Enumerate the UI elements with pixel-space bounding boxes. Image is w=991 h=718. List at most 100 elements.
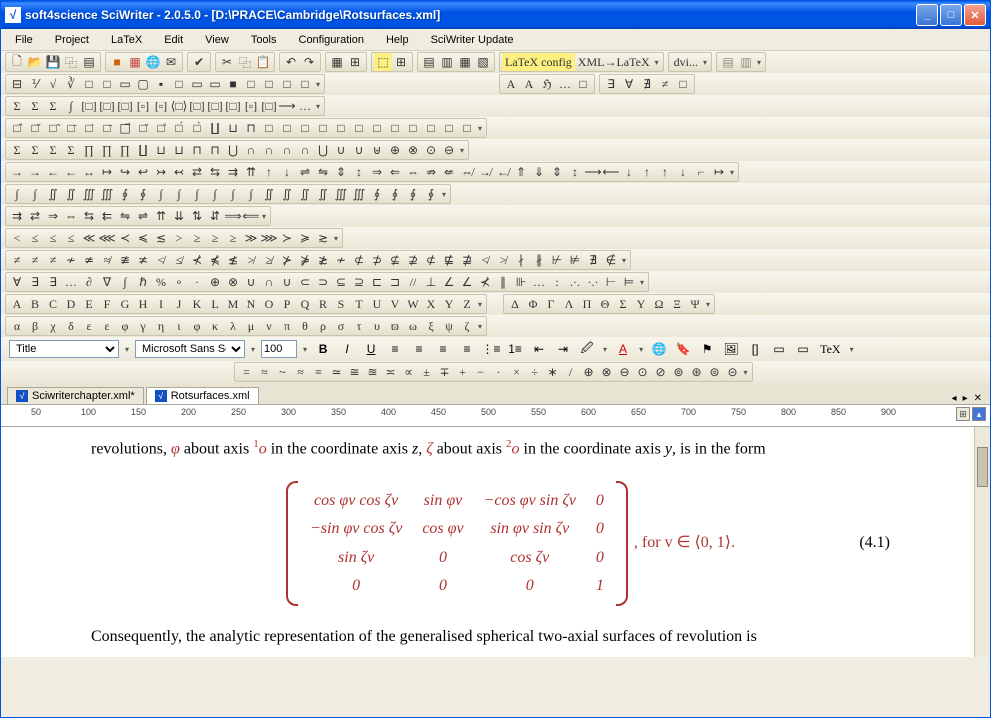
symbol-btn-0-13[interactable]: □ — [242, 75, 260, 93]
symbol-btn-11-15[interactable]: π — [278, 317, 296, 335]
web-icon[interactable]: 🌐 — [144, 53, 162, 71]
symbol-btn-0-15[interactable]: □ — [278, 75, 296, 93]
greekcap-dropdown[interactable]: ▾ — [704, 300, 712, 309]
symbol-btn-2-7[interactable]: □̆ — [134, 119, 152, 137]
symbol-btn-2-14[interactable]: □ — [260, 119, 278, 137]
symbol-btn-9-24[interactable]: ∠ — [440, 273, 458, 291]
symbol-btn-4-11[interactable]: ⇆ — [206, 163, 224, 181]
symbol-btn-3-17[interactable]: ⋃ — [314, 141, 332, 159]
symbol-btn-2-13[interactable]: ⊓ — [242, 119, 260, 137]
mathfont-btn-1[interactable]: A — [520, 75, 538, 93]
symbol-btn-7-11[interactable]: ≥ — [206, 229, 224, 247]
symbol-btn-9-9[interactable]: ∘ — [170, 273, 188, 291]
symbol-btn-8-22[interactable]: ⊉ — [404, 251, 422, 269]
symbol-btn-7-13[interactable]: ≫ — [242, 229, 260, 247]
symbol-btn-9-12[interactable]: ⊗ — [224, 273, 242, 291]
symbol-btn-9-20[interactable]: ⊏ — [368, 273, 386, 291]
symbol-btn-10-12[interactable]: M — [224, 295, 242, 313]
symbol-btn-8-33[interactable]: ∉ — [602, 251, 620, 269]
symbol-btn-4-5[interactable]: ↦ — [98, 163, 116, 181]
symbol-btn-4-26[interactable]: ↛ — [476, 163, 494, 181]
symbol-btn-8-7[interactable]: ≭ — [134, 251, 152, 269]
symbol-btn-10-15[interactable]: P — [278, 295, 296, 313]
latex-dropdown[interactable]: ▾ — [653, 58, 661, 67]
symbol-btn-9-4[interactable]: ∂ — [80, 273, 98, 291]
cut-icon[interactable]: ✂ — [218, 53, 236, 71]
symbol-btn-3-8[interactable]: ⊔ — [152, 141, 170, 159]
symbol-btn-4-0[interactable]: → — [8, 163, 26, 181]
symbol-btn-4-34[interactable]: ↓ — [620, 163, 638, 181]
symbol-btn-9-21[interactable]: ⊐ — [386, 273, 404, 291]
symbol-btn-4-27[interactable]: ↚ — [494, 163, 512, 181]
symbol-btn-9-34[interactable]: ⊨ — [620, 273, 638, 291]
doc-tab-0[interactable]: √Sciwriterchapter.xml* — [7, 387, 144, 404]
symbol-btn-9-13[interactable]: ∪ — [242, 273, 260, 291]
symbol-btn-4-24[interactable]: ⇍ — [440, 163, 458, 181]
tab-prev-button[interactable]: ◂ — [950, 393, 959, 404]
symbol-btn-10-17[interactable]: R — [314, 295, 332, 313]
dvi-button[interactable]: dvi... — [671, 53, 701, 71]
symbol-btn-4-15[interactable]: ↓ — [278, 163, 296, 181]
greekcap-btn-3[interactable]: Λ — [560, 295, 578, 313]
symbol-btn-6-6[interactable]: ⇋ — [116, 207, 134, 225]
symbol-btn-8-18[interactable]: ≁ — [332, 251, 350, 269]
symbol-btn-5-3[interactable]: ∬ — [62, 185, 80, 203]
symbol-btn-4-3[interactable]: ← — [62, 163, 80, 181]
symbol-btn-11-3[interactable]: δ — [62, 317, 80, 335]
symbol-btn-1-16[interactable]: … — [296, 97, 314, 115]
symbol-btn-7-8[interactable]: ≲ — [152, 229, 170, 247]
symbol-btn-8-10[interactable]: ⊀ — [188, 251, 206, 269]
mathop-btn-9[interactable]: ∝ — [399, 363, 417, 381]
symbol-btn-11-12[interactable]: λ — [224, 317, 242, 335]
image-icon[interactable]: 🖼 — [721, 339, 741, 359]
symbol-btn-3-10[interactable]: ⊓ — [188, 141, 206, 159]
symbol-btn-4-1[interactable]: → — [26, 163, 44, 181]
symbol-btn-9-31[interactable]: .·. — [566, 273, 584, 291]
symbol-row-11-dropdown[interactable]: ▾ — [476, 322, 484, 331]
grid-icon[interactable]: ⊞ — [392, 53, 410, 71]
mathop-btn-3[interactable]: ≈ — [291, 363, 309, 381]
symbol-btn-2-2[interactable]: □̃ — [44, 119, 62, 137]
misc-dropdown[interactable]: ▾ — [755, 58, 763, 67]
symbol-btn-9-18[interactable]: ⊆ — [332, 273, 350, 291]
symbol-btn-6-12[interactable]: ⟹ — [224, 207, 242, 225]
symbol-btn-9-11[interactable]: ⊕ — [206, 273, 224, 291]
symbol-btn-3-6[interactable]: ∏ — [116, 141, 134, 159]
symbol-btn-11-0[interactable]: α — [8, 317, 26, 335]
tab-next-button[interactable]: ▸ — [961, 393, 970, 404]
close-button[interactable]: ✕ — [964, 4, 986, 26]
symbol-btn-6-13[interactable]: ⟸ — [242, 207, 260, 225]
symbol-btn-0-2[interactable]: √ — [44, 75, 62, 93]
vertical-scrollbar[interactable] — [974, 427, 990, 657]
symbol-btn-7-0[interactable]: < — [8, 229, 26, 247]
symbol-btn-0-7[interactable]: ▢ — [134, 75, 152, 93]
symbol-btn-3-14[interactable]: ∩ — [260, 141, 278, 159]
symbol-btn-5-20[interactable]: ∮ — [368, 185, 386, 203]
symbol-btn-11-21[interactable]: ϖ — [386, 317, 404, 335]
symbol-btn-7-16[interactable]: ≽ — [296, 229, 314, 247]
bold-button[interactable]: B — [313, 339, 333, 359]
greekcap-btn-10[interactable]: Ψ — [686, 295, 704, 313]
symbol-btn-2-25[interactable]: □ — [458, 119, 476, 137]
symbol-btn-3-15[interactable]: ∩ — [278, 141, 296, 159]
symbol-btn-11-2[interactable]: χ — [44, 317, 62, 335]
greekcap-btn-0[interactable]: Δ — [506, 295, 524, 313]
maximize-button[interactable]: □ — [940, 4, 962, 26]
symbol-btn-9-19[interactable]: ⊇ — [350, 273, 368, 291]
quant-btn-0[interactable]: ∃ — [602, 75, 620, 93]
symbol-btn-9-10[interactable]: · — [188, 273, 206, 291]
misc2-icon[interactable]: ▥ — [737, 53, 755, 71]
symbol-btn-0-11[interactable]: ▭ — [206, 75, 224, 93]
symbol-btn-6-3[interactable]: ⇔ — [62, 207, 80, 225]
doc-paragraph-1[interactable]: revolutions, φ about axis 1o in the coor… — [91, 437, 930, 461]
symbol-btn-10-18[interactable]: S — [332, 295, 350, 313]
symbol-btn-8-3[interactable]: ≁ — [62, 251, 80, 269]
brackets1-icon[interactable]: [] — [745, 339, 765, 359]
quant-btn-4[interactable]: □ — [674, 75, 692, 93]
symbol-btn-2-0[interactable]: □̂ — [8, 119, 26, 137]
symbol-btn-6-1[interactable]: ⇄ — [26, 207, 44, 225]
spellcheck-icon[interactable]: ✔ — [190, 53, 208, 71]
symbol-btn-4-39[interactable]: ↦ — [710, 163, 728, 181]
quant-btn-1[interactable]: ∀ — [620, 75, 638, 93]
xml-latex-button[interactable]: XML→LaTeX — [575, 53, 653, 71]
